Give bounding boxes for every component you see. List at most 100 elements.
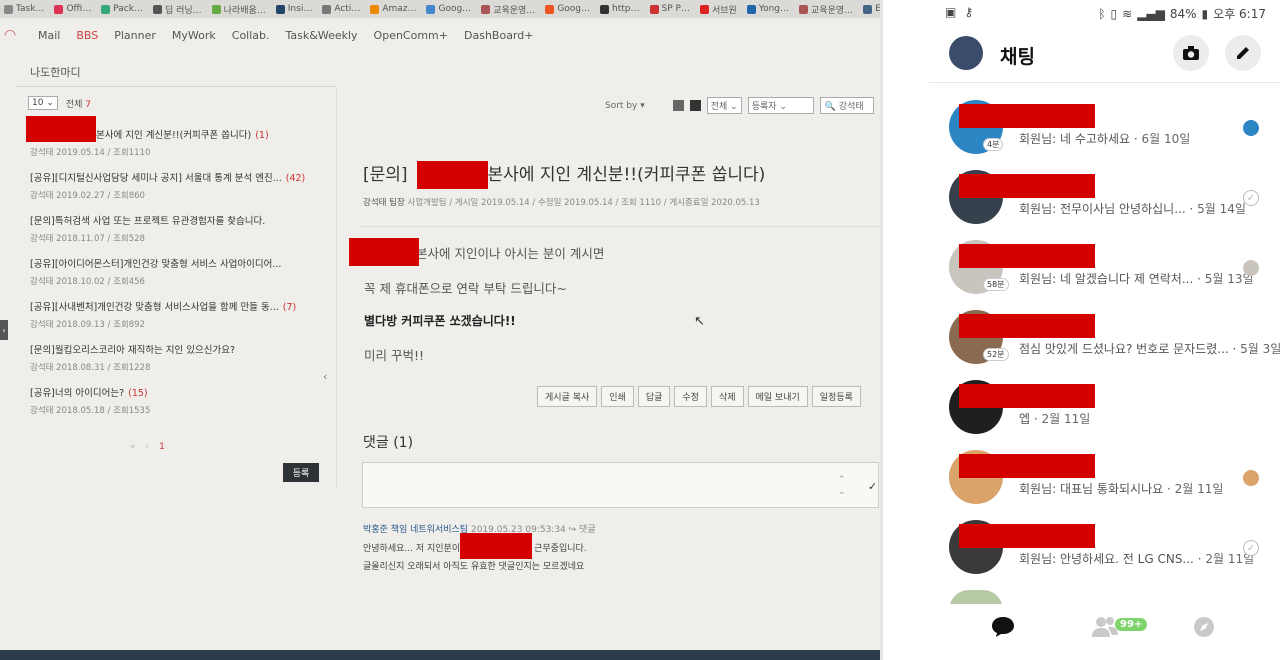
bookmark-item[interactable]: Offi… bbox=[54, 4, 91, 14]
filter-scope-value: 전체 bbox=[710, 102, 728, 112]
bookmark-item[interactable]: SP P… bbox=[649, 4, 690, 14]
current-page[interactable]: 1 bbox=[159, 442, 165, 452]
bookmark-item[interactable]: Insi… bbox=[275, 4, 312, 14]
submit-comment-icon[interactable]: ✓ bbox=[868, 480, 877, 493]
list-item[interactable]: [공유]너의 아이디어는? (15) 강석태 2018.05.18 / 조회153… bbox=[30, 385, 330, 428]
copy-post-button[interactable]: 게시글 복사 bbox=[537, 386, 598, 407]
split-view-icon[interactable] bbox=[689, 100, 701, 111]
edit-button[interactable]: 수정 bbox=[674, 386, 707, 407]
reply-button[interactable]: 답글 bbox=[637, 386, 671, 407]
chat-row[interactable]: 회원님: 전무이사님 안녕하십니... · 5월 14일 ✓ bbox=[883, 168, 1280, 238]
search-input[interactable]: 🔍 강석태 bbox=[819, 97, 874, 114]
nav-planner[interactable]: Planner bbox=[106, 29, 164, 42]
bookmark-favicon-icon bbox=[481, 4, 491, 14]
bookmark-label: 교육운영… bbox=[811, 5, 854, 16]
chat-tab[interactable] bbox=[991, 616, 1015, 641]
compass-icon bbox=[1194, 617, 1214, 637]
nav-collab[interactable]: Collab. bbox=[224, 29, 278, 42]
comment-input[interactable] bbox=[362, 462, 879, 508]
bookmark-item[interactable]: 나라배움… bbox=[211, 3, 266, 16]
collapse-panel-icon[interactable]: ‹ bbox=[323, 370, 327, 383]
chat-row[interactable]: 회원님: 안녕하세요. 전 LG CNS... · 2월 11일 ✓ bbox=[883, 518, 1280, 588]
nav-task-weekly[interactable]: Task&Weekly bbox=[278, 29, 366, 42]
list-item[interactable]: [공유][디지털신사업담당 세미나 공지] 서울대 통계 분석 엔진... (42… bbox=[30, 170, 330, 213]
article-author[interactable]: 강석태 팀장 bbox=[363, 198, 405, 208]
post-title[interactable]: [공유][아이디어몬스터]개인건강 맞춤형 서비스 사업아이디어... bbox=[30, 259, 281, 270]
redaction-box bbox=[959, 174, 1095, 198]
delete-button[interactable]: 삭제 bbox=[710, 386, 744, 407]
comment-text-part: 근무중입니다. bbox=[534, 544, 587, 554]
bookmark-item[interactable]: 교육운영… bbox=[799, 3, 853, 16]
register-button[interactable]: 등록 bbox=[283, 463, 319, 482]
chat-row[interactable]: ng엡 · 2월 11일 bbox=[883, 378, 1280, 448]
nav-opencomm[interactable]: OpenComm+ bbox=[366, 29, 456, 42]
post-title[interactable]: [문의]월킵오리스코리아 재직하는 지인 있으신가요? bbox=[30, 345, 235, 356]
bookmark-item[interactable]: Enga… bbox=[863, 4, 880, 14]
stepper-icon[interactable]: ⌃ ⌄ bbox=[838, 474, 846, 498]
notification-icon: ▣ bbox=[945, 5, 957, 19]
redaction-box bbox=[959, 384, 1095, 408]
page-size-select[interactable]: 10 ⌄ bbox=[28, 96, 58, 110]
seen-avatar-icon bbox=[1243, 470, 1259, 486]
camera-button[interactable] bbox=[1173, 35, 1209, 71]
compose-button[interactable] bbox=[1225, 35, 1261, 71]
article-body-line: 꼭 제 휴대폰으로 연락 부탁 드립니다~ bbox=[364, 281, 567, 296]
bookmark-item[interactable]: Goog… bbox=[545, 4, 590, 14]
bookmark-label: Offi… bbox=[66, 4, 92, 14]
post-title[interactable]: [공유][디지털신사업담당 세미나 공지] 서울대 통계 분석 엔진... bbox=[30, 173, 282, 184]
filter-scope-select[interactable]: 전체 ⌄ bbox=[706, 97, 742, 114]
bookmark-item[interactable]: 서브원 bbox=[699, 3, 737, 16]
chat-row[interactable]: 회원님: 대표님 통화되시나요 · 2월 11일 bbox=[883, 448, 1280, 518]
post-title[interactable]: 본사에 지인 계신분!!(커피쿠폰 쏩니다) bbox=[96, 130, 251, 141]
bookmark-item[interactable]: 딥 러닝… bbox=[152, 3, 202, 16]
bookmark-favicon-icon bbox=[370, 4, 380, 14]
list-item[interactable]: [문의]월킵오리스코리아 재직하는 지인 있으신가요? 강석태 2018.08.… bbox=[30, 342, 330, 385]
chat-row[interactable]: 52분 점심 맛있게 드셨나요? 번호로 문자드렸... · 5월 3일 bbox=[883, 308, 1280, 378]
list-view-icon[interactable] bbox=[672, 100, 684, 111]
pencil-icon bbox=[1237, 47, 1249, 59]
filter-field-select[interactable]: 등록자 ⌄ bbox=[747, 97, 814, 114]
nav-mail[interactable]: Mail bbox=[30, 29, 68, 42]
comment-text-part: 안녕하세요... 저 지인분이 bbox=[363, 544, 461, 554]
vibrate-icon: ▯ bbox=[1110, 6, 1118, 21]
active-time-badge: 58분 bbox=[983, 278, 1009, 291]
bookmark-item[interactable]: http… bbox=[600, 4, 640, 14]
explore-tab[interactable] bbox=[1193, 616, 1215, 641]
nav-dashboard[interactable]: DashBoard+ bbox=[456, 29, 541, 42]
bookmark-favicon-icon bbox=[101, 4, 111, 14]
post-title[interactable]: [문의]특허검색 사업 또는 프로젝트 유관경험자를 찾습니다. bbox=[30, 216, 265, 227]
first-page-button[interactable]: « bbox=[130, 442, 136, 452]
chat-row[interactable]: 4분 회원님: 네 수고하세요 · 6월 10일 bbox=[883, 98, 1280, 168]
left-panel-toggle[interactable]: › bbox=[0, 320, 8, 340]
bookmark-item[interactable]: Pack… bbox=[101, 4, 143, 14]
list-item[interactable]: [문의]특허검색 사업 또는 프로젝트 유관경험자를 찾습니다. 강석태 201… bbox=[30, 213, 330, 256]
list-item[interactable]: [공유][아이디어몬스터]개인건강 맞춤형 서비스 사업아이디어... 강석태 … bbox=[30, 256, 330, 299]
bookmark-item[interactable]: Yong… bbox=[746, 4, 789, 14]
page-size-value: 10 bbox=[32, 98, 44, 108]
bookmark-favicon-icon bbox=[746, 4, 756, 14]
divider bbox=[336, 88, 337, 488]
bookmark-item[interactable]: Amaz… bbox=[370, 4, 416, 14]
nav-mywork[interactable]: MyWork bbox=[164, 29, 224, 42]
send-mail-button[interactable]: 메일 보내기 bbox=[747, 386, 808, 407]
nav-bbs[interactable]: BBS bbox=[68, 29, 106, 42]
bookmark-item[interactable]: 교육운영… bbox=[481, 3, 535, 16]
bookmark-item[interactable]: Task… bbox=[4, 4, 44, 14]
comment-author[interactable]: 박홍준 책임 네트워서비스팀 bbox=[363, 525, 468, 535]
phone-screen: ▣ ⚷ ᛒ ▯ ≋ ▂▄▆ 84% ▮ 오후 6:17 채팅 4분 회원님: 네 … bbox=[883, 0, 1280, 660]
post-title[interactable]: [공유][사내벤처]개인건강 맞춤형 서비스사업을 함께 만들 동... bbox=[30, 302, 279, 313]
post-title[interactable]: [공유]너의 아이디어는? bbox=[30, 388, 124, 399]
bookmark-item[interactable]: Goog… bbox=[426, 4, 471, 14]
sort-by-dropdown[interactable]: Sort by ▾ bbox=[605, 101, 645, 111]
list-item[interactable]: [공유][사내벤처]개인건강 맞춤형 서비스사업을 함께 만들 동... (7) … bbox=[30, 299, 330, 342]
prev-page-button[interactable]: ‹ bbox=[146, 442, 150, 452]
add-schedule-button[interactable]: 일정등록 bbox=[811, 386, 861, 407]
friends-tab[interactable] bbox=[1091, 616, 1119, 641]
bookmark-item[interactable]: Acti… bbox=[322, 4, 360, 14]
post-meta: 강석태 2019.05.14 / 조회1110 bbox=[30, 148, 151, 158]
chat-row[interactable]: 58분 회원님: 네 알겠습니다 제 연락처... · 5월 13일 bbox=[883, 238, 1280, 308]
comment-reply-link[interactable]: ↪ 댓글 bbox=[569, 525, 596, 535]
profile-avatar[interactable] bbox=[949, 36, 983, 70]
sent-check-icon: ✓ bbox=[1243, 540, 1259, 556]
print-button[interactable]: 인쇄 bbox=[601, 386, 634, 407]
